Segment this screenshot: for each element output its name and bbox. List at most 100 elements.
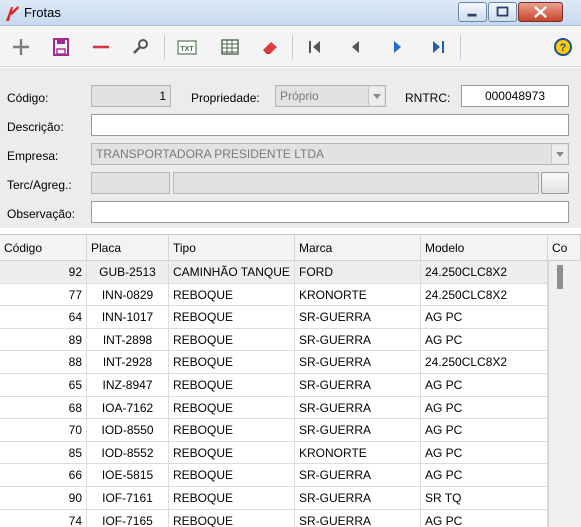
- search-icon[interactable]: [129, 35, 153, 59]
- codigo-cell: 88: [0, 351, 87, 374]
- eraser-icon[interactable]: [258, 35, 282, 59]
- table-row[interactable]: 66 IOE-5815 REBOQUE SR-GUERRA AG PC: [0, 464, 548, 487]
- plus-icon[interactable]: [9, 35, 33, 59]
- grid-rows: 92 GUB-2513 CAMINHÃO TANQUE FORD 24.250CLC8X…: [0, 261, 548, 527]
- codigo-cell: 64: [0, 306, 87, 329]
- scrollbar-thumb[interactable]: [557, 265, 563, 289]
- prev-record-icon[interactable]: [343, 35, 367, 59]
- terc-agreg-label: Terc/Agreg.:: [7, 178, 72, 192]
- next-record-icon[interactable]: [386, 35, 410, 59]
- terc-agreg-name-field[interactable]: [173, 172, 539, 194]
- table-row[interactable]: 74 IOF-7165 REBOQUE SR-GUERRA AG PC: [0, 509, 548, 527]
- marca-cell: SR-GUERRA: [295, 486, 421, 509]
- column-header-codigo[interactable]: Código: [0, 235, 87, 261]
- modelo-cell: SR TQ: [421, 486, 548, 509]
- terc-agreg-lookup-button[interactable]: [541, 172, 569, 194]
- table-row[interactable]: 65 INZ-8947 REBOQUE SR-GUERRA AG PC: [0, 373, 548, 397]
- modelo-cell: AG PC: [421, 419, 548, 442]
- toolbar-separator: [164, 35, 165, 59]
- empresa-select[interactable]: TRANSPORTADORA PRESIDENTE LTDA: [91, 143, 569, 165]
- codigo-cell: 85: [0, 441, 87, 464]
- marca-cell: KRONORTE: [295, 441, 421, 464]
- help-icon[interactable]: ?: [551, 35, 575, 59]
- codigo-cell: 66: [0, 464, 87, 487]
- marca-cell: SR-GUERRA: [295, 328, 421, 351]
- tipo-cell: REBOQUE: [169, 328, 295, 351]
- minimize-button[interactable]: [458, 2, 487, 22]
- marca-cell: SR-GUERRA: [295, 419, 421, 442]
- descricao-field[interactable]: [91, 114, 569, 136]
- placa-cell: INT-2898: [87, 328, 169, 351]
- first-record-icon[interactable]: [303, 35, 327, 59]
- placa-cell: IOA-7162: [87, 396, 169, 419]
- modelo-cell: 24.250CLC8X2: [421, 283, 548, 306]
- rntrc-field[interactable]: 000048973: [461, 85, 569, 107]
- marca-cell: SR-GUERRA: [295, 306, 421, 329]
- chevron-down-icon[interactable]: [551, 145, 567, 163]
- title-bar: Frotas: [0, 0, 581, 26]
- codigo-label: Código:: [7, 91, 49, 105]
- grid-header: Código Placa Tipo Marca Modelo Co: [0, 235, 581, 261]
- svg-text:?: ?: [560, 42, 567, 54]
- marca-cell: SR-GUERRA: [295, 509, 421, 527]
- empresa-label: Empresa:: [7, 149, 59, 163]
- table-row[interactable]: 85 IOD-8552 REBOQUE KRONORTE AG PC: [0, 441, 548, 465]
- placa-cell: IOF-7165: [87, 509, 169, 527]
- codigo-cell: 70: [0, 419, 87, 442]
- modelo-cell: AG PC: [421, 509, 548, 527]
- toolbar-separator: [292, 35, 293, 59]
- column-header-placa[interactable]: Placa: [87, 235, 169, 261]
- observacao-label: Observação:: [7, 207, 76, 221]
- placa-cell: IOF-7161: [87, 486, 169, 509]
- svg-text:TXT: TXT: [180, 46, 194, 53]
- placa-cell: IOD-8550: [87, 419, 169, 442]
- codigo-cell: 92: [0, 261, 87, 283]
- txt-export-icon[interactable]: TXT: [175, 35, 199, 59]
- table-row[interactable]: 90 IOF-7161 REBOQUE SR-GUERRA SR TQ: [0, 486, 548, 510]
- propriedade-label: Propriedade:: [191, 91, 260, 105]
- empresa-value: TRANSPORTADORA PRESIDENTE LTDA: [96, 147, 325, 161]
- tipo-cell: REBOQUE: [169, 283, 295, 306]
- vertical-scrollbar[interactable]: [548, 261, 581, 527]
- toolbar-separator: [460, 35, 461, 59]
- last-record-icon[interactable]: [426, 35, 450, 59]
- observacao-field[interactable]: [91, 201, 569, 223]
- modelo-cell: AG PC: [421, 373, 548, 396]
- minus-icon[interactable]: [89, 35, 113, 59]
- table-row[interactable]: 77 INN-0829 REBOQUE KRONORTE 24.250CLC8X2: [0, 283, 548, 307]
- table-row[interactable]: 92 GUB-2513 CAMINHÃO TANQUE FORD 24.250CLC8X…: [0, 261, 548, 284]
- column-header-marca[interactable]: Marca: [295, 235, 421, 261]
- placa-cell: INZ-8947: [87, 373, 169, 396]
- column-header-tipo[interactable]: Tipo: [169, 235, 295, 261]
- codigo-cell: 77: [0, 283, 87, 306]
- propriedade-select[interactable]: Próprio: [275, 85, 386, 107]
- tipo-cell: REBOQUE: [169, 351, 295, 374]
- tipo-cell: REBOQUE: [169, 373, 295, 396]
- table-row[interactable]: 89 INT-2898 REBOQUE SR-GUERRA AG PC: [0, 328, 548, 352]
- table-row[interactable]: 70 IOD-8550 REBOQUE SR-GUERRA AG PC: [0, 419, 548, 442]
- tipo-cell: REBOQUE: [169, 509, 295, 527]
- marca-cell: KRONORTE: [295, 283, 421, 306]
- placa-cell: IOD-8552: [87, 441, 169, 464]
- table-row[interactable]: 68 IOA-7162 REBOQUE SR-GUERRA AG PC: [0, 396, 548, 420]
- table-icon[interactable]: [218, 35, 242, 59]
- placa-cell: INN-1017: [87, 306, 169, 329]
- modelo-cell: AG PC: [421, 396, 548, 419]
- save-icon[interactable]: [49, 35, 73, 59]
- table-row[interactable]: 64 INN-1017 REBOQUE SR-GUERRA AG PC: [0, 306, 548, 329]
- placa-cell: INT-2928: [87, 351, 169, 374]
- descricao-label: Descrição:: [7, 120, 64, 134]
- marca-cell: SR-GUERRA: [295, 351, 421, 374]
- close-button[interactable]: [518, 2, 563, 22]
- codigo-field[interactable]: 1: [91, 85, 171, 107]
- terc-agreg-code-field[interactable]: [91, 172, 170, 194]
- modelo-cell: 24.250CLC8X2: [421, 261, 548, 283]
- tipo-cell: REBOQUE: [169, 464, 295, 487]
- placa-cell: IOE-5815: [87, 464, 169, 487]
- column-header-modelo[interactable]: Modelo: [421, 235, 548, 261]
- maximize-button[interactable]: [488, 2, 517, 22]
- codigo-cell: 74: [0, 509, 87, 527]
- column-header-co[interactable]: Co: [548, 235, 581, 261]
- chevron-down-icon[interactable]: [368, 87, 384, 105]
- table-row[interactable]: 88 INT-2928 REBOQUE SR-GUERRA 24.250CLC8X2: [0, 351, 548, 374]
